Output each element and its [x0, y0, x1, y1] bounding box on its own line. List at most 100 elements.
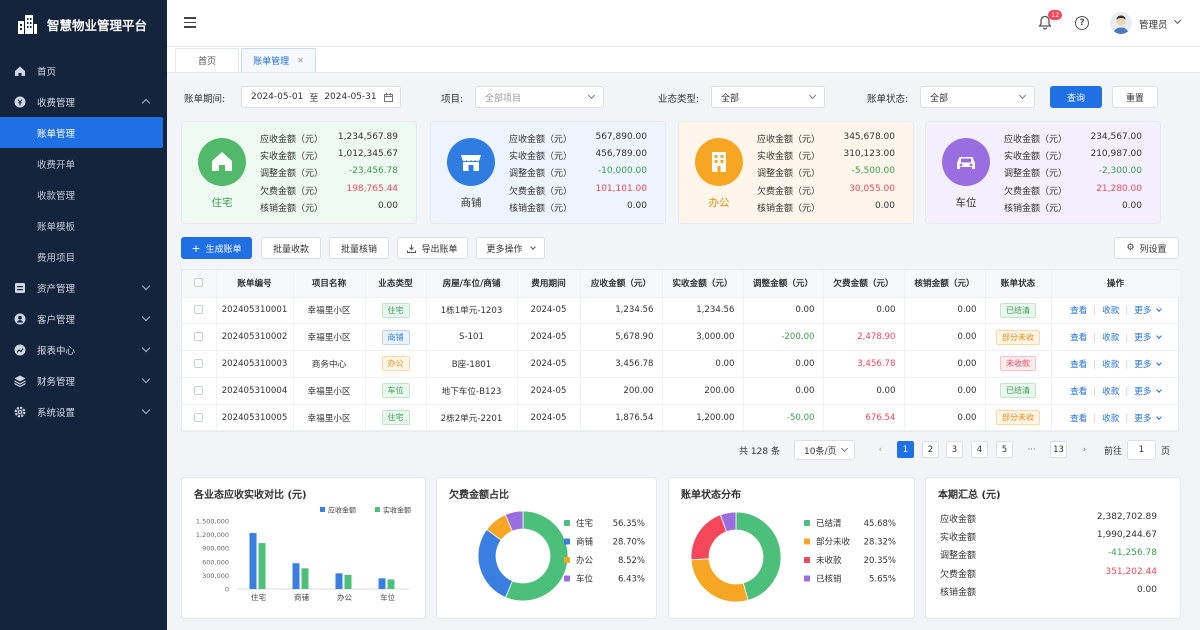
column-settings-button[interactable]: ⚙ 列设置: [1114, 237, 1179, 259]
close-icon[interactable]: ✕: [297, 56, 304, 65]
prev-page-icon[interactable]: ‹: [872, 441, 889, 458]
checkbox[interactable]: [194, 412, 204, 422]
chevron-down-icon: [141, 374, 151, 384]
sidebar-item-finance[interactable]: 财务管理: [0, 365, 167, 396]
action-collect-link[interactable]: 收款: [1102, 360, 1119, 370]
legend-swatch: [564, 538, 570, 545]
checkbox[interactable]: [194, 278, 204, 288]
divider: |: [1093, 306, 1097, 317]
page-button[interactable]: 1: [897, 441, 914, 458]
sidebar-item-home[interactable]: 首页: [0, 55, 167, 86]
sidebar-subitem[interactable]: 账单管理: [0, 117, 163, 148]
chevron-down-icon[interactable]: [1156, 386, 1163, 393]
home-icon: [14, 65, 26, 77]
action-more-link[interactable]: 更多: [1134, 414, 1151, 424]
goto-page-input[interactable]: 1: [1127, 440, 1156, 460]
menu-toggle-icon[interactable]: [184, 17, 196, 28]
chevron-down-icon[interactable]: [1156, 333, 1163, 340]
chevron-down-icon[interactable]: [1173, 16, 1182, 25]
period-label: 账单期间:: [184, 94, 226, 105]
total-value: 1,990,244.67: [1096, 530, 1157, 541]
checkbox[interactable]: [194, 358, 204, 368]
chevron-down-icon[interactable]: [1156, 360, 1163, 366]
summary-card-shop[interactable]: 商铺 应收金额（元） 567,890.00 实收金额（元） 456,789.00 调整金额…: [430, 121, 666, 224]
generate-bill-button[interactable]: + 生成账单: [181, 237, 252, 259]
biz-type-cell: 车位: [365, 377, 427, 405]
page-button[interactable]: 2: [922, 441, 939, 458]
page-button[interactable]: 4: [971, 441, 988, 458]
reset-button[interactable]: 重置: [1112, 86, 1158, 108]
last-page-button[interactable]: 13: [1050, 441, 1067, 458]
sidebar-item-fee[interactable]: 收费管理: [0, 86, 167, 117]
page-button[interactable]: 3: [946, 441, 963, 458]
sidebar-item-settings[interactable]: 系统设置: [0, 396, 167, 427]
action-more-link[interactable]: 更多: [1134, 387, 1151, 397]
avatar[interactable]: [1110, 12, 1132, 34]
batch-writeoff-button[interactable]: 批量核销: [329, 237, 389, 259]
checkbox[interactable]: [194, 332, 204, 342]
summary-card-residential[interactable]: 住宅 应收金额（元） 1,234,567.89 实收金额（元） 1,012,345.67…: [181, 121, 417, 224]
brand[interactable]: 智慧物业管理平台: [0, 0, 167, 48]
page-size-select[interactable]: 10条/页: [794, 440, 855, 460]
tab-home[interactable]: 首页: [175, 48, 239, 72]
amount-due: 5,678.90: [580, 323, 663, 352]
action-view-link[interactable]: 查看: [1070, 414, 1087, 424]
sidebar-subitem[interactable]: 账单模板: [0, 210, 167, 241]
table-row[interactable]: 202405310005 幸福里小区 住宅 2栋2单元-2201 2024-05 1,87…: [182, 404, 1180, 432]
table-row[interactable]: 202405310004 幸福里小区 车位 地下车位-B123 2024-05 200.0…: [182, 377, 1180, 405]
biz-type-select[interactable]: 全部: [711, 86, 825, 108]
project-select[interactable]: 全部项目: [475, 86, 604, 108]
more-actions-button[interactable]: 更多操作: [476, 237, 545, 259]
action-view-link[interactable]: 查看: [1070, 306, 1087, 316]
action-view-link[interactable]: 查看: [1070, 360, 1087, 370]
help-icon[interactable]: ?: [1075, 16, 1089, 30]
checkbox[interactable]: [194, 385, 204, 395]
next-page-icon[interactable]: ›: [1076, 441, 1093, 458]
bill-id: 202405310003: [216, 350, 294, 378]
sidebar-item-asset[interactable]: 资产管理: [0, 272, 167, 303]
status-badge: 部分未收: [996, 329, 1040, 345]
sidebar-subitem[interactable]: 费用项目: [0, 241, 167, 272]
sidebar-subitem[interactable]: 收费开单: [0, 148, 167, 179]
user-name[interactable]: 管理员: [1139, 17, 1168, 31]
pie-slice: [477, 528, 514, 598]
sidebar-subitem[interactable]: 收款管理: [0, 179, 167, 210]
chevron-down-icon[interactable]: [1156, 306, 1163, 313]
sidebar-item-report[interactable]: 报表中心: [0, 334, 167, 365]
status-select[interactable]: 全部: [920, 86, 1035, 108]
page-size-value: 10条/页: [804, 446, 837, 457]
date-range-picker[interactable]: 2024-05-01 至 2024-05-31: [241, 86, 401, 108]
action-more-link[interactable]: 更多: [1134, 333, 1151, 343]
table-row[interactable]: 202405310001 幸福里小区 住宅 1栋1单元-1203 2024-05 1,23…: [182, 297, 1180, 325]
select-all-checkbox[interactable]: [182, 270, 217, 298]
page-button[interactable]: 5: [996, 441, 1013, 458]
status-badge: 未收款: [1000, 356, 1036, 372]
action-collect-link[interactable]: 收款: [1102, 306, 1119, 316]
chevron-down-icon[interactable]: [1156, 413, 1163, 420]
action-more-link[interactable]: 更多: [1134, 360, 1151, 370]
summary-card-office[interactable]: 办公 应收金额（元） 345,678.00 实收金额（元） 310,123.00 调整金额…: [678, 121, 914, 224]
table-row[interactable]: 202405310002 幸福里小区 商铺 S-101 2024-05 5,678.90 3…: [182, 323, 1180, 352]
action-collect-link[interactable]: 收款: [1102, 387, 1119, 397]
sidebar-item-customer[interactable]: 客户管理: [0, 303, 167, 334]
batch-collect-button[interactable]: 批量收款: [261, 237, 321, 259]
checkbox[interactable]: [194, 305, 204, 315]
divider: |: [1125, 333, 1129, 344]
table-row[interactable]: 202405310003 商务中心 办公 B座-1801 2024-05 3,456.78…: [182, 350, 1180, 378]
amount-adjust: 0.00: [743, 297, 824, 325]
export-bill-button[interactable]: 导出账单: [397, 237, 468, 259]
tab-bill-management[interactable]: 账单管理 ✕: [241, 48, 316, 72]
legend-swatch: [320, 507, 325, 512]
action-more-link[interactable]: 更多: [1134, 306, 1151, 316]
notification-badge: 12: [1048, 10, 1063, 20]
action-view-link[interactable]: 查看: [1070, 387, 1087, 397]
summary-card-parking[interactable]: 车位 应收金额（元） 234,567.00 实收金额（元） 210,987.00 调整金额…: [925, 121, 1161, 224]
action-collect-link[interactable]: 收款: [1102, 414, 1119, 424]
x-tick-label: 住宅: [251, 592, 266, 602]
action-view-link[interactable]: 查看: [1070, 333, 1087, 343]
amount-due: 1,876.54: [580, 404, 663, 432]
page-ellipsis[interactable]: ···: [1023, 441, 1040, 458]
query-button[interactable]: 查询: [1050, 86, 1102, 108]
action-collect-link[interactable]: 收款: [1102, 333, 1119, 343]
column-header: 实收金额（元）: [662, 270, 744, 298]
